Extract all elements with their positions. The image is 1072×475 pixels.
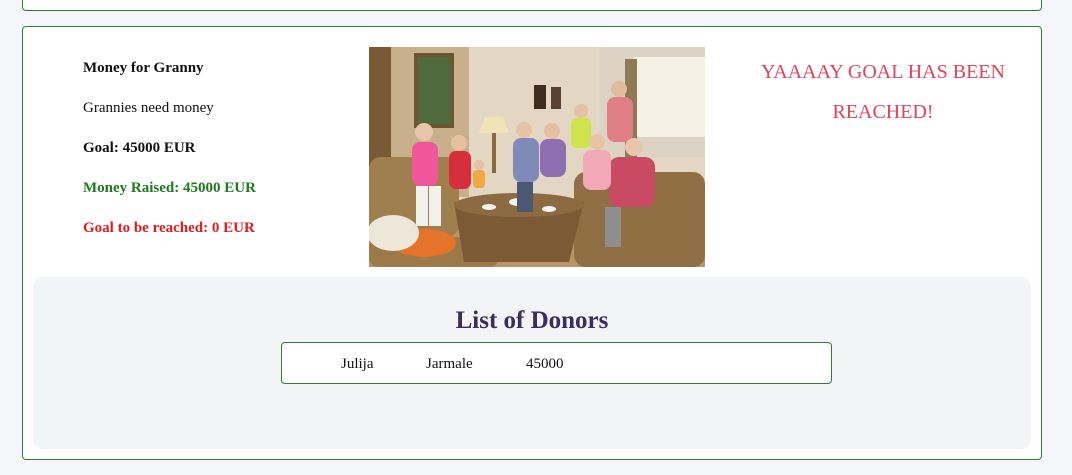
money-raised: Money Raised: 45000 EUR: [83, 180, 256, 196]
goal-reached-message: YAAAAY GOAL HAS BEEN REACHED!: [761, 61, 1005, 123]
campaign-card: Money for Granny Grannies need money Goa…: [22, 26, 1042, 460]
campaign-photo: [369, 47, 705, 267]
campaign-info: Money for Granny Grannies need money Goa…: [83, 58, 343, 258]
donor-amount: 45000: [526, 356, 564, 372]
campaign-goal: Goal: 45000 EUR: [83, 140, 196, 156]
campaign-title: Money for Granny: [83, 60, 204, 76]
donors-title: List of Donors: [455, 307, 609, 334]
campaign-description: Grannies need money: [83, 100, 214, 116]
donor-first-name: Julija: [341, 356, 374, 372]
previous-campaign-card: [22, 0, 1042, 11]
donor-last-name: Jarmale: [426, 356, 473, 372]
donor-row: Julija Jarmale 45000: [281, 342, 832, 384]
goal-remaining: Goal to be reached: 0 EUR: [83, 220, 255, 236]
donors-section: List of Donors Julija Jarmale 45000: [33, 277, 1031, 449]
